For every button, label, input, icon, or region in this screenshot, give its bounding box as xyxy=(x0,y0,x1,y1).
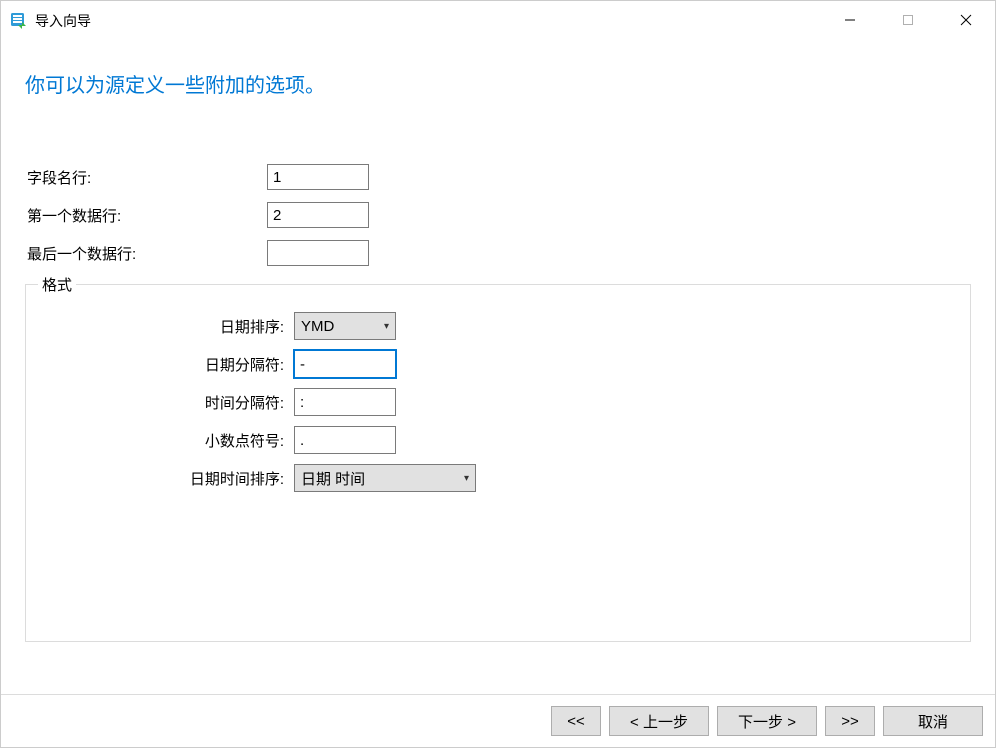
last-button[interactable]: >> xyxy=(825,706,875,736)
label-date-order: 日期排序: xyxy=(38,316,294,337)
format-fieldset: 格式 日期排序: YMD ▾ 日期分隔符: 时间分隔符: 小数点符号: xyxy=(25,284,971,642)
combo-date-order[interactable]: YMD ▾ xyxy=(294,312,396,340)
row-field-name-row: 字段名行: xyxy=(25,158,971,196)
next-button[interactable]: 下一步 > xyxy=(717,706,817,736)
combo-datetime-order-value: 日期 时间 xyxy=(301,468,458,489)
chevron-down-icon: ▾ xyxy=(384,321,389,332)
format-legend: 格式 xyxy=(38,274,76,295)
label-time-delimiter: 时间分隔符: xyxy=(38,392,294,413)
row-last-data-row: 最后一个数据行: xyxy=(25,234,971,272)
input-field-name-row[interactable] xyxy=(267,164,369,190)
input-time-delimiter[interactable] xyxy=(294,388,396,416)
input-date-delimiter[interactable] xyxy=(294,350,396,378)
label-decimal-symbol: 小数点符号: xyxy=(38,430,294,451)
page-heading: 你可以为源定义一些附加的选项。 xyxy=(1,41,995,98)
combo-datetime-order[interactable]: 日期 时间 ▾ xyxy=(294,464,476,492)
minimize-button[interactable] xyxy=(821,1,879,39)
row-first-data-row: 第一个数据行: xyxy=(25,196,971,234)
label-field-name-row: 字段名行: xyxy=(25,167,267,188)
first-button[interactable]: << xyxy=(551,706,601,736)
cancel-button[interactable]: 取消 xyxy=(883,706,983,736)
content-area: 字段名行: 第一个数据行: 最后一个数据行: 格式 日期排序: YMD ▾ 日期… xyxy=(1,98,995,642)
window-controls xyxy=(821,1,995,39)
row-datetime-order: 日期时间排序: 日期 时间 ▾ xyxy=(38,459,958,497)
label-first-data-row: 第一个数据行: xyxy=(25,205,267,226)
back-button[interactable]: < 上一步 xyxy=(609,706,709,736)
window-title: 导入向导 xyxy=(35,11,91,31)
label-datetime-order: 日期时间排序: xyxy=(38,468,294,489)
chevron-down-icon: ▾ xyxy=(464,473,469,484)
combo-date-order-value: YMD xyxy=(301,318,378,335)
row-time-delimiter: 时间分隔符: xyxy=(38,383,958,421)
row-date-order: 日期排序: YMD ▾ xyxy=(38,307,958,345)
wizard-footer: << < 上一步 下一步 > >> 取消 xyxy=(1,694,995,747)
input-last-data-row[interactable] xyxy=(267,240,369,266)
label-date-delimiter: 日期分隔符: xyxy=(38,354,294,375)
close-button[interactable] xyxy=(937,1,995,39)
app-icon xyxy=(9,11,29,31)
input-first-data-row[interactable] xyxy=(267,202,369,228)
input-decimal-symbol[interactable] xyxy=(294,426,396,454)
row-date-delimiter: 日期分隔符: xyxy=(38,345,958,383)
maximize-button xyxy=(879,1,937,39)
row-decimal-symbol: 小数点符号: xyxy=(38,421,958,459)
label-last-data-row: 最后一个数据行: xyxy=(25,243,267,264)
